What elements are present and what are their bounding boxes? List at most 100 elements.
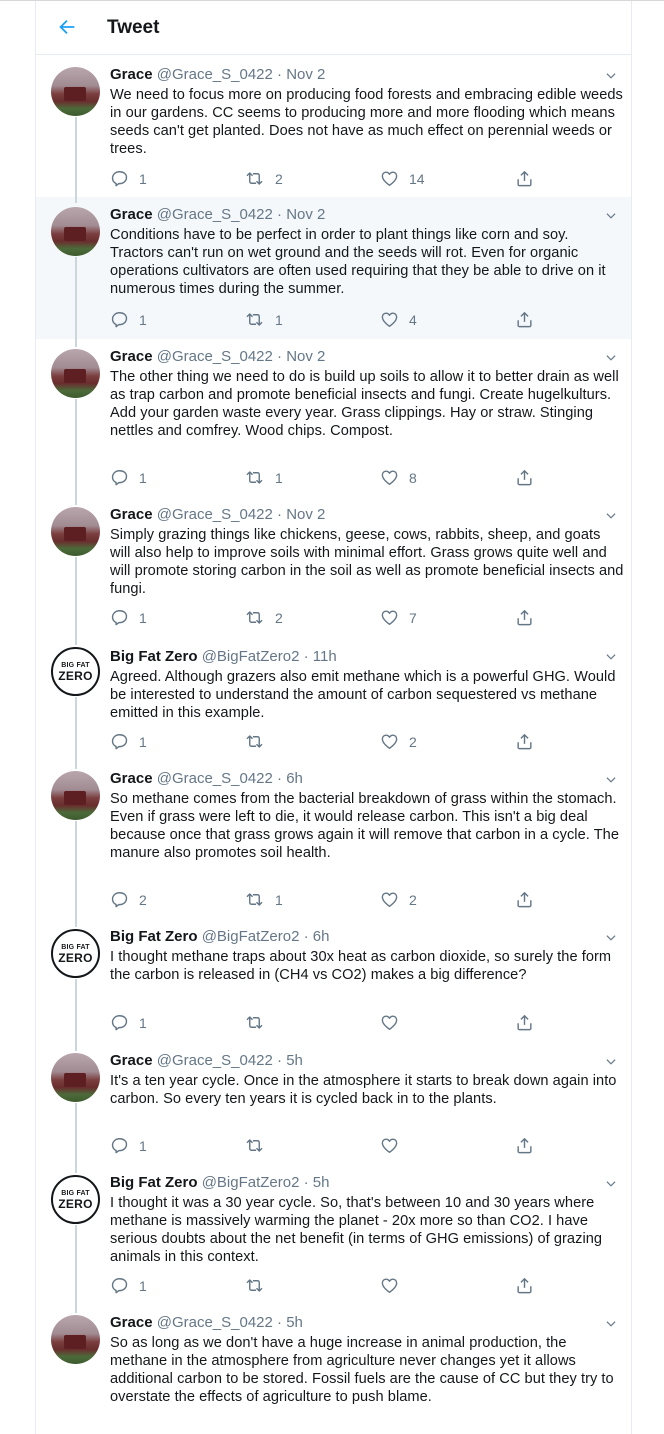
avatar[interactable] [51,67,100,116]
avatar[interactable] [51,1053,100,1102]
avatar[interactable] [51,771,100,820]
retweet-button[interactable]: 2 [244,169,283,188]
timestamp[interactable]: 5h [286,1052,303,1069]
timestamp[interactable]: 6h [286,770,303,787]
author-handle[interactable]: @Grace_S_0422 [157,66,273,83]
reply-button[interactable]: 2 [110,890,147,909]
author-name[interactable]: Grace [110,1314,153,1331]
author-name[interactable]: Grace [110,206,153,223]
author-handle[interactable]: @Grace_S_0422 [157,506,273,523]
author-handle[interactable]: @Grace_S_0422 [157,1052,273,1069]
author-name[interactable]: Grace [110,770,153,787]
like-button[interactable]: 2 [380,732,417,751]
share-button[interactable] [515,169,534,188]
chevron-down-icon[interactable] [604,650,618,664]
chevron-down-icon[interactable] [604,509,618,523]
tweet[interactable]: BIG FAT ZERO Big Fat Zero @BigFatZero2 ·… [36,637,631,761]
timestamp[interactable]: 5h [286,1314,303,1331]
avatar[interactable]: BIG FAT ZERO [51,647,100,696]
timestamp[interactable]: Nov 2 [286,66,325,83]
like-button[interactable]: 7 [380,608,417,627]
avatar[interactable]: BIG FAT ZERO [51,1175,100,1224]
share-button[interactable] [515,1276,534,1295]
chevron-down-icon[interactable] [604,69,618,83]
reply-button[interactable]: 1 [110,468,147,487]
author-name[interactable]: Grace [110,66,153,83]
like-count: 7 [409,609,417,626]
author-name[interactable]: Grace [110,348,153,365]
chevron-down-icon[interactable] [604,773,618,787]
avatar[interactable] [51,349,100,398]
tweet[interactable]: Grace @Grace_S_0422 · Nov 2 We need to f… [36,61,631,197]
author-handle[interactable]: @Grace_S_0422 [157,770,273,787]
like-button[interactable]: 14 [380,169,425,188]
retweet-button[interactable] [244,1136,275,1155]
author-handle[interactable]: @BigFatZero2 [202,928,300,945]
author-name[interactable]: Grace [110,1052,153,1069]
share-button[interactable] [515,608,534,627]
author-name[interactable]: Grace [110,506,153,523]
retweet-button[interactable] [244,1276,275,1295]
like-button[interactable]: 2 [380,890,417,909]
avatar[interactable]: BIG FAT ZERO [51,929,100,978]
chevron-down-icon[interactable] [604,1055,618,1069]
chevron-down-icon[interactable] [604,351,618,365]
like-button[interactable] [380,1013,409,1032]
share-button[interactable] [515,732,534,751]
share-button[interactable] [515,1136,534,1155]
author-handle[interactable]: @Grace_S_0422 [157,1314,273,1331]
reply-button[interactable]: 1 [110,732,147,751]
share-button[interactable] [515,310,534,329]
reply-button[interactable]: 1 [110,169,147,188]
like-button[interactable]: 4 [380,310,417,329]
back-arrow-icon[interactable] [56,16,78,38]
retweet-button[interactable] [244,732,275,751]
tweet[interactable]: Grace @Grace_S_0422 · 6h So methane come… [36,761,631,919]
retweet-button[interactable]: 1 [244,890,283,909]
timestamp[interactable]: Nov 2 [286,206,325,223]
tweet[interactable]: Grace @Grace_S_0422 · Nov 2 Simply grazi… [36,497,631,637]
avatar[interactable] [51,207,100,256]
thread-line [75,557,77,637]
reply-button[interactable]: 1 [110,1136,147,1155]
author-handle[interactable]: @Grace_S_0422 [157,206,273,223]
author-name[interactable]: Big Fat Zero [110,928,198,945]
avatar[interactable] [51,507,100,556]
like-button[interactable] [380,1136,409,1155]
timestamp[interactable]: 6h [313,928,330,945]
tweet[interactable]: Grace @Grace_S_0422 · 5h So as long as w… [36,1305,631,1434]
author-name[interactable]: Big Fat Zero [110,1174,198,1191]
timestamp[interactable]: 5h [313,1174,330,1191]
share-button[interactable] [515,468,534,487]
tweet-text: So methane comes from the bacterial brea… [110,791,620,861]
tweet[interactable]: BIG FAT ZERO Big Fat Zero @BigFatZero2 ·… [36,919,631,1043]
tweet[interactable]: BIG FAT ZERO Big Fat Zero @BigFatZero2 ·… [36,1165,631,1305]
like-button[interactable] [380,1276,409,1295]
like-button[interactable]: 8 [380,468,417,487]
author-handle[interactable]: @BigFatZero2 [202,1174,300,1191]
timestamp[interactable]: 11h [313,648,337,665]
share-button[interactable] [515,890,534,909]
tweet[interactable]: Grace @Grace_S_0422 · Nov 2 Conditions h… [36,197,631,339]
retweet-button[interactable]: 1 [244,310,283,329]
tweet[interactable]: Grace @Grace_S_0422 · 5h It's a ten year… [36,1043,631,1165]
tweet[interactable]: Grace @Grace_S_0422 · Nov 2 The other th… [36,339,631,497]
timestamp[interactable]: Nov 2 [286,506,325,523]
author-handle[interactable]: @BigFatZero2 [202,648,300,665]
author-handle[interactable]: @Grace_S_0422 [157,348,273,365]
retweet-button[interactable]: 1 [244,468,283,487]
chevron-down-icon[interactable] [604,1317,618,1331]
reply-button[interactable]: 1 [110,1013,147,1032]
share-button[interactable] [515,1013,534,1032]
timestamp[interactable]: Nov 2 [286,348,325,365]
retweet-button[interactable] [244,1013,275,1032]
reply-button[interactable]: 1 [110,608,147,627]
reply-button[interactable]: 1 [110,310,147,329]
chevron-down-icon[interactable] [604,209,618,223]
reply-button[interactable]: 1 [110,1276,147,1295]
chevron-down-icon[interactable] [604,1177,618,1191]
avatar[interactable] [51,1315,100,1364]
retweet-button[interactable]: 2 [244,608,283,627]
author-name[interactable]: Big Fat Zero [110,648,198,665]
chevron-down-icon[interactable] [604,931,618,945]
